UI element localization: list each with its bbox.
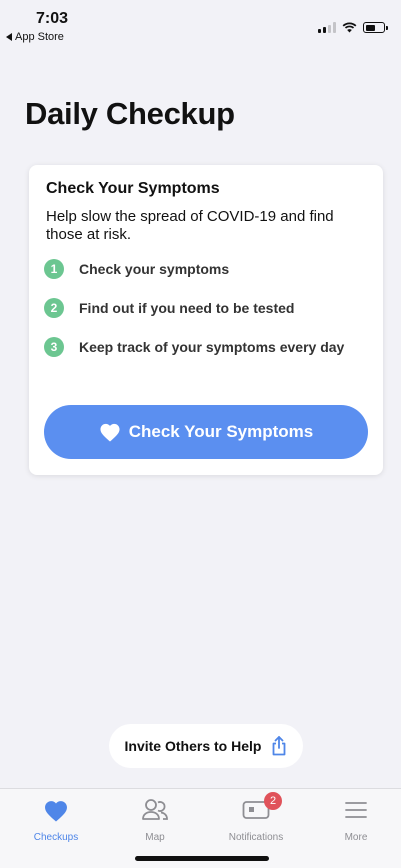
tab-label: More xyxy=(344,832,368,843)
step-label: Check your symptoms xyxy=(79,261,230,277)
check-symptoms-button-label: Check Your Symptoms xyxy=(128,422,314,441)
card-description: Help slow the spread of COVID-19 and fin… xyxy=(46,208,334,243)
steps-list: 1 Check your symptoms 2 Find out if you … xyxy=(44,257,344,374)
step-number-badge: 1 xyxy=(44,259,64,279)
tab-label: Checkups xyxy=(33,832,79,843)
people-icon xyxy=(142,799,168,820)
back-arrow-icon xyxy=(6,33,12,41)
step-item: 3 Keep track of your symptoms every day xyxy=(44,335,344,359)
tab-more[interactable]: More xyxy=(316,797,396,843)
invite-label: Invite Others to Help xyxy=(124,738,262,754)
step-number-badge: 3 xyxy=(44,337,64,357)
back-to-app-store-link[interactable]: App Store xyxy=(6,31,64,43)
page-title: Daily Checkup xyxy=(25,96,235,131)
heart-icon xyxy=(100,423,120,442)
tab-checkups[interactable]: Checkups xyxy=(16,797,96,843)
step-item: 2 Find out if you need to be tested xyxy=(44,296,344,320)
heart-icon xyxy=(45,800,67,821)
battery-icon xyxy=(363,22,388,33)
menu-icon xyxy=(345,802,367,818)
check-symptoms-button[interactable]: Check Your Symptoms xyxy=(44,405,368,459)
wifi-icon xyxy=(342,22,357,33)
cellular-signal-icon xyxy=(318,22,336,33)
invite-others-button[interactable]: Invite Others to Help xyxy=(109,724,303,768)
step-number-badge: 2 xyxy=(44,298,64,318)
status-icons xyxy=(318,22,388,33)
tab-map[interactable]: Map xyxy=(115,797,195,843)
tab-label: Map xyxy=(145,832,165,843)
share-icon xyxy=(273,736,286,756)
status-bar: 7:03 App Store xyxy=(0,0,401,48)
step-label: Find out if you need to be tested xyxy=(79,300,295,316)
status-time: 7:03 xyxy=(36,10,69,27)
back-app-label: App Store xyxy=(15,31,64,43)
card-title: Check Your Symptoms xyxy=(46,180,220,197)
step-label: Keep track of your symptoms every day xyxy=(79,339,345,355)
tab-label: Notifications xyxy=(228,832,284,843)
check-symptoms-card: Check Your Symptoms Help slow the spread… xyxy=(29,165,383,475)
notification-badge: 2 xyxy=(264,792,282,810)
step-item: 1 Check your symptoms xyxy=(44,257,344,281)
home-indicator[interactable] xyxy=(135,856,269,861)
tab-notifications[interactable]: 2 Notifications xyxy=(216,792,296,843)
